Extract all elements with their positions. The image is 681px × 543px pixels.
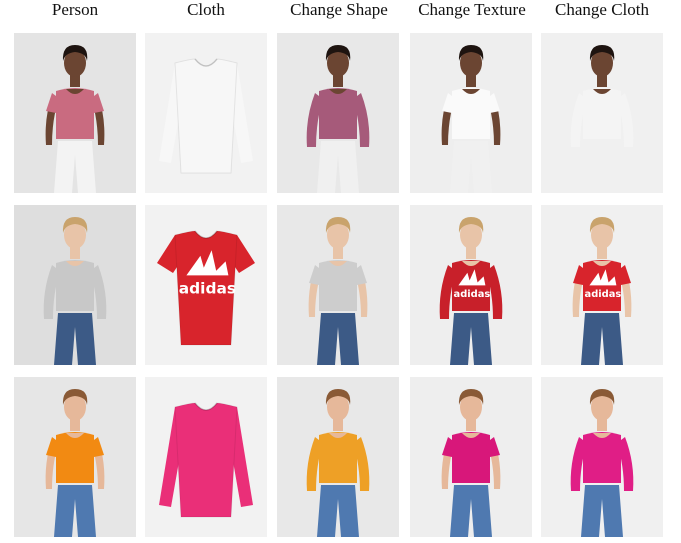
image-grid: Person Cloth Change Shape Change Texture… [0,0,681,543]
svg-text:adidas: adidas [454,289,491,300]
change-shape-photo [277,205,399,365]
cloth-photo: adidas [145,205,267,365]
cloth-photo [145,377,267,537]
column-header-cloth: Cloth [187,0,225,19]
change-texture-photo [410,33,532,193]
column-header-person: Person [51,0,99,19]
column-header-change-texture: Change Texture [418,0,526,19]
change-cloth-photo: adidas [541,205,663,365]
change-shape-photo [277,377,399,537]
column-header-change-cloth: Change Cloth [555,0,649,19]
person-photo [14,205,136,365]
column-header-change-shape: Change Shape [290,0,388,19]
person-photo [14,33,136,193]
cloth-photo [145,33,267,193]
svg-text:adidas: adidas [585,289,622,300]
person-photo [14,377,136,537]
change-cloth-photo [541,33,663,193]
change-texture-photo: adidas [410,205,532,365]
svg-text:adidas: adidas [179,280,236,298]
change-shape-photo [277,33,399,193]
change-cloth-photo [541,377,663,537]
change-texture-photo [410,377,532,537]
